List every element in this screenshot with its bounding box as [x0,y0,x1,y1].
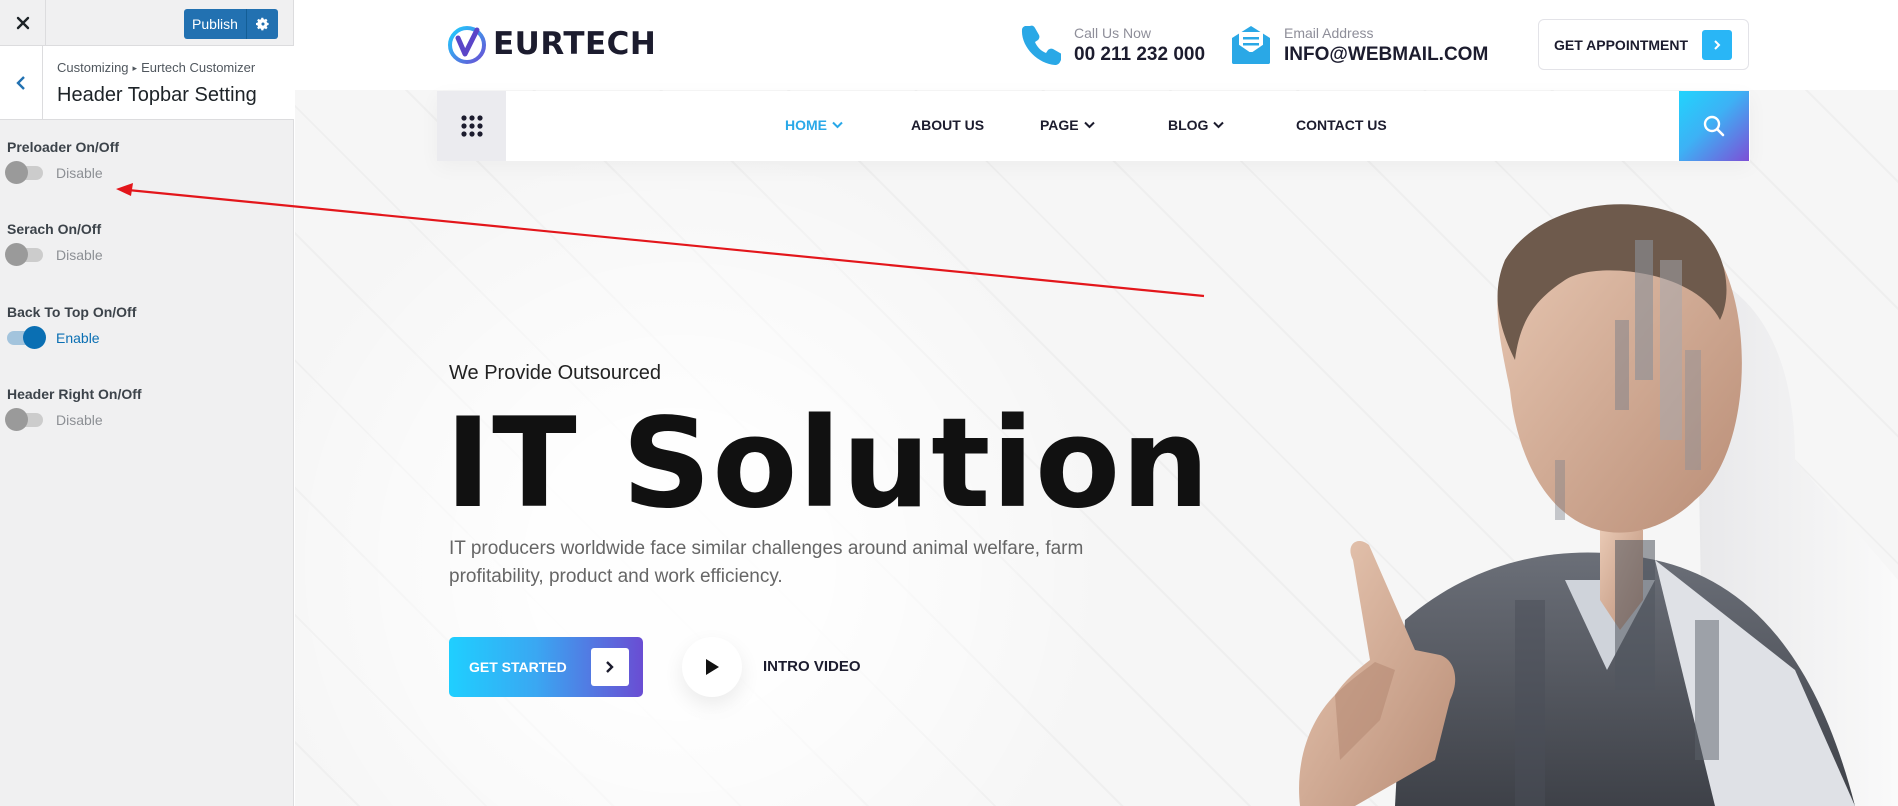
control-preloader: Preloader On/Off Disable [5,139,120,184]
search-icon [1703,115,1725,137]
nav-label: ABOUT US [911,117,985,133]
header-right-toggle[interactable]: Disable [5,408,103,431]
control-search: Serach On/Off Disable [5,221,103,266]
toggle-switch[interactable] [7,326,46,349]
chevron-down-icon [1213,121,1225,129]
toggle-state: Disable [56,165,103,181]
phone-icon [1020,22,1062,68]
get-started-button[interactable]: GET STARTED [449,637,643,697]
main-navigation: HOME ABOUT US PAGE BLOG CONTACT US [437,91,1750,161]
menu-grid-button[interactable] [437,91,506,161]
chevron-right-icon [591,648,629,686]
nav-about-us[interactable]: ABOUT US [911,117,984,133]
hero-description: IT producers worldwide face similar chal… [449,538,1084,587]
email-caption: Email Address [1284,24,1374,41]
chevron-left-icon [16,75,25,90]
publish-group: Publish [184,9,278,39]
control-header-right: Header Right On/Off Disable [5,386,142,431]
section-header: Customizing ▸ Eurtech Customizer Header To… [0,46,294,120]
gear-icon [255,17,269,31]
breadcrumb: Customizing ▸ Eurtech Customizer [57,60,255,75]
get-appointment-button[interactable]: GET APPOINTMENT [1538,19,1749,70]
control-label: Back To Top On/Off [7,304,137,320]
toggle-switch[interactable] [5,408,43,431]
play-video-button[interactable] [682,637,742,697]
hero-person-image [1299,204,1898,806]
logo-text: EURTECH [493,26,657,62]
toggle-knob [5,408,28,431]
control-label: Header Right On/Off [7,386,142,402]
toggle-knob [5,161,28,184]
phone-caption: Call Us Now [1074,24,1152,41]
logo-mark-icon [448,26,486,64]
nav-label: HOME [785,117,827,133]
hero-subtitle: We Provide Outsourced [449,362,661,384]
back-to-top-toggle[interactable]: Enable [7,326,100,349]
get-started-label: GET STARTED [469,659,567,675]
nav-home[interactable]: HOME [785,117,843,133]
close-icon [16,16,29,30]
customizer-sidebar: Publish Customizing ▸ Eurtech Customizer H… [0,0,294,806]
preloader-toggle[interactable]: Disable [5,161,103,184]
toggle-state: Disable [56,412,103,428]
contact-email: Email Address INFO@WEBMAIL.COM [1230,22,1488,68]
chevron-down-icon [1083,121,1095,129]
toggle-knob [5,243,28,266]
nav-label: BLOG [1168,117,1209,133]
site-preview: EURTECH Call Us Now 00 211 232 000 Email… [295,0,1898,806]
grid-icon [460,115,483,137]
nav-label: PAGE [1040,117,1079,133]
chevron-down-icon [832,121,843,129]
control-label: Preloader On/Off [7,139,120,155]
toggle-switch[interactable] [5,243,43,266]
intro-video-link[interactable]: INTRO VIDEO [763,658,861,675]
section-title: Header Topbar Setting [57,84,257,106]
breadcrumb-item: Customizing [57,60,129,75]
email-address[interactable]: INFO@WEBMAIL.COM [1284,44,1488,66]
appointment-label: GET APPOINTMENT [1554,36,1689,53]
hero-title: IT Solution [445,392,1211,536]
play-icon [706,659,719,675]
publish-settings-button[interactable] [246,9,278,39]
search-button[interactable] [1679,91,1749,161]
nav-contact-us[interactable]: CONTACT US [1296,117,1387,133]
phone-number[interactable]: 00 211 232 000 [1074,44,1205,66]
site-logo[interactable]: EURTECH [447,24,656,64]
toggle-state: Disable [56,247,103,263]
customizer-header: Publish [0,0,294,46]
toggle-knob [23,326,46,349]
breadcrumb-separator-icon: ▸ [132,63,138,73]
toggle-switch[interactable] [5,161,43,184]
publish-button[interactable]: Publish [184,9,246,39]
envelope-icon [1230,22,1272,68]
control-back-to-top: Back To Top On/Off Enable [7,304,137,349]
search-toggle[interactable]: Disable [5,243,103,266]
back-button[interactable] [0,46,43,119]
toggle-state: Enable [56,330,100,346]
nav-blog[interactable]: BLOG [1168,117,1225,133]
nav-page[interactable]: PAGE [1040,117,1095,133]
chevron-right-icon [1702,30,1732,60]
breadcrumb-item: Eurtech Customizer [141,60,256,75]
site-header-topbar: EURTECH Call Us Now 00 211 232 000 Email… [295,0,1898,90]
control-label: Serach On/Off [7,221,102,237]
contact-phone: Call Us Now 00 211 232 000 [1020,22,1205,68]
close-customizer-button[interactable] [0,0,46,46]
nav-label: CONTACT US [1296,117,1387,133]
